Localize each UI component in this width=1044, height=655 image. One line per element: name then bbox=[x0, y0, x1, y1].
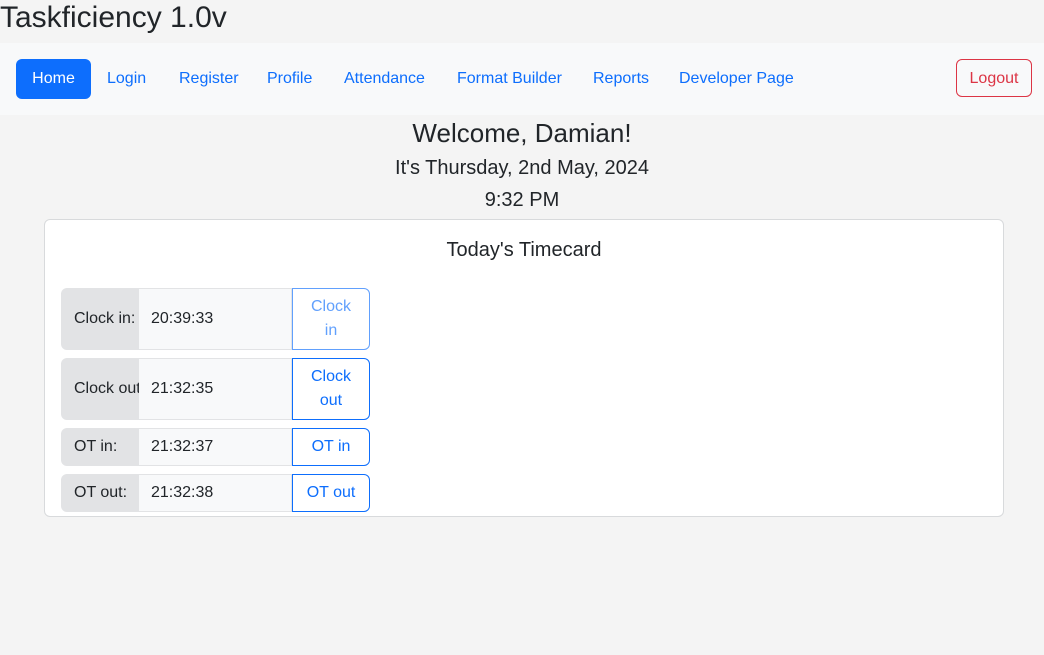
nav-attendance-link[interactable]: Attendance bbox=[344, 59, 425, 99]
nav-format-builder-link[interactable]: Format Builder bbox=[457, 59, 562, 99]
nav-register-link[interactable]: Register bbox=[179, 59, 239, 99]
nav-developer-page-link[interactable]: Developer Page bbox=[679, 59, 794, 99]
timecard-card: Today's Timecard Clock in: 20:39:33 Cloc… bbox=[44, 219, 1004, 517]
ot-in-row: OT in: 21:32:37 OT in bbox=[61, 428, 370, 466]
current-date: It's Thursday, 2nd May, 2024 bbox=[395, 157, 649, 179]
ot-in-button[interactable]: OT in bbox=[292, 428, 370, 466]
clock-in-label: Clock in: bbox=[61, 288, 139, 350]
nav-profile-link[interactable]: Profile bbox=[267, 59, 312, 99]
clock-out-row: Clock out: 21:32:35 Clock out bbox=[61, 358, 370, 420]
clock-out-button[interactable]: Clock out bbox=[292, 358, 370, 420]
app-title: Taskficiency 1.0v bbox=[0, 1, 227, 34]
welcome-heading: Welcome, Damian! bbox=[412, 118, 632, 148]
nav-home-link[interactable]: Home bbox=[16, 59, 91, 99]
ot-out-label: OT out: bbox=[61, 474, 139, 512]
nav-login-link[interactable]: Login bbox=[107, 59, 146, 99]
nav-reports-link[interactable]: Reports bbox=[593, 59, 649, 99]
clock-in-row: Clock in: 20:39:33 Clock in bbox=[61, 288, 370, 350]
clock-in-button[interactable]: Clock in bbox=[292, 288, 370, 350]
navbar: Home Login Register Profile Attendance F… bbox=[0, 43, 1044, 115]
ot-out-time-field[interactable]: 21:32:38 bbox=[139, 474, 292, 512]
clock-in-time-field[interactable]: 20:39:33 bbox=[139, 288, 292, 350]
ot-in-time-field[interactable]: 21:32:37 bbox=[139, 428, 292, 466]
logout-button[interactable]: Logout bbox=[956, 59, 1032, 97]
ot-in-label: OT in: bbox=[61, 428, 139, 466]
clock-out-time-field[interactable]: 21:32:35 bbox=[139, 358, 292, 420]
ot-out-button[interactable]: OT out bbox=[292, 474, 370, 512]
current-time: 9:32 PM bbox=[484, 189, 560, 211]
clock-out-label: Clock out: bbox=[61, 358, 139, 420]
timecard-title: Today's Timecard bbox=[446, 239, 602, 261]
ot-out-row: OT out: 21:32:38 OT out bbox=[61, 474, 370, 512]
